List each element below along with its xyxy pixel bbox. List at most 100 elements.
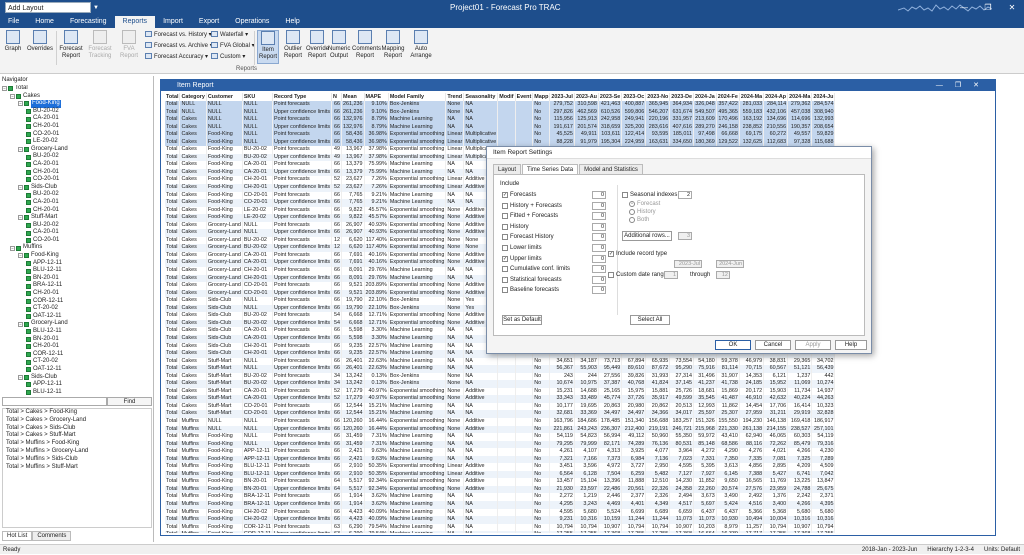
- column-header[interactable]: Customer: [206, 93, 243, 101]
- find-input[interactable]: [2, 397, 107, 406]
- tree-node[interactable]: CA-20-01: [2, 229, 152, 237]
- table-row[interactable]: Total Cakes Stuff-Mart CA-20-01 Upper confid…: [165, 395, 836, 403]
- tree-node[interactable]: − Food-King: [2, 100, 152, 108]
- custom-from-spinner[interactable]: 1: [664, 271, 678, 279]
- table-row[interactable]: Total Muffins NULL NULL Point forecasts 66 120…: [165, 417, 836, 426]
- tree-node[interactable]: − Total: [2, 85, 152, 93]
- include-spinner[interactable]: 0: [592, 286, 606, 295]
- include-checkbox[interactable]: Lower limits: [502, 244, 542, 252]
- tree-node[interactable]: CO-20-01: [2, 176, 152, 184]
- include-checkbox[interactable]: ✓ Upper limits: [502, 255, 542, 263]
- tree-node[interactable]: OAT-12-11: [2, 366, 152, 374]
- tree-node[interactable]: APP-12-11: [2, 260, 152, 268]
- radio-both[interactable]: Both: [629, 216, 649, 224]
- table-row[interactable]: Total Muffins Food-King NULL Upper confidenc…: [165, 440, 836, 449]
- include-spinner[interactable]: 0: [592, 222, 606, 231]
- table-row[interactable]: Total Muffins Food-King BN-20-01 Upper confi…: [165, 485, 836, 494]
- tree-node[interactable]: LE-20-02: [2, 138, 152, 146]
- table-row[interactable]: Total NULL NULL NULL Upper confidence limits…: [165, 108, 836, 117]
- hot-list-item[interactable]: Total > Cakes > Food-King: [3, 409, 151, 417]
- override-report-button[interactable]: Override Report: [306, 30, 329, 60]
- column-header[interactable]: 2023-Jul: [549, 93, 575, 101]
- table-row[interactable]: Total Muffins Food-King APP-12-11 Upper conf…: [165, 455, 836, 464]
- seasonal-indexes-checkbox[interactable]: Seasonal indexes: [622, 191, 677, 199]
- table-row[interactable]: Total Muffins Food-King APP-12-11 Point fore…: [165, 448, 836, 456]
- apply-button[interactable]: Apply: [795, 340, 831, 350]
- tree-node[interactable]: − Sids-Club: [2, 374, 152, 382]
- include-spinner[interactable]: 0: [592, 265, 606, 274]
- expand-icon[interactable]: −: [18, 101, 23, 107]
- include-record-type-checkbox[interactable]: ✓ Include record type: [608, 250, 667, 258]
- column-header[interactable]: Model Family: [388, 93, 447, 101]
- include-spinner[interactable]: 0: [592, 191, 606, 199]
- tree-node[interactable]: BU-20-02: [2, 191, 152, 199]
- include-checkbox[interactable]: Baseline forecasts: [502, 286, 559, 294]
- expand-icon[interactable]: −: [18, 215, 23, 221]
- column-header[interactable]: 2024-Fe: [716, 93, 740, 101]
- tree-node[interactable]: BLU-12-11: [2, 267, 152, 275]
- chevron-down-icon[interactable]: ▼: [93, 5, 99, 11]
- hot-list-item[interactable]: Total > Muffins > Food-King: [3, 440, 151, 448]
- tree-node[interactable]: BU-20-02: [2, 108, 152, 116]
- cancel-button[interactable]: Cancel: [755, 340, 791, 350]
- tree-node[interactable]: − Grocery-Land: [2, 320, 152, 328]
- expand-icon[interactable]: −: [10, 245, 15, 251]
- tree-node[interactable]: BRA-12-11: [2, 282, 152, 290]
- table-row[interactable]: Total Cakes Stuff-Mart CO-20-01 Upper confid…: [165, 410, 836, 418]
- tree-node[interactable]: − Cakes: [2, 93, 152, 101]
- hot-list-item[interactable]: Total > Muffins > Grocery-Land: [3, 448, 151, 456]
- table-row[interactable]: Total Cakes Stuff-Mart CO-20-01 Point foreca…: [165, 402, 836, 411]
- radio-forecast[interactable]: • Forecast: [629, 200, 660, 208]
- find-button[interactable]: Find: [107, 397, 152, 406]
- tree-node[interactable]: CA-20-01: [2, 115, 152, 123]
- forecast-accuracy-button[interactable]: Forecast Accuracy ▾: [145, 53, 208, 61]
- tab-hot-list[interactable]: Hot List: [2, 531, 33, 541]
- menu-forecasting[interactable]: Forecasting: [62, 16, 115, 28]
- column-header[interactable]: Total: [165, 93, 181, 101]
- column-header[interactable]: N: [331, 93, 343, 101]
- seasonal-spinner[interactable]: 2: [678, 191, 692, 199]
- table-row[interactable]: Total Muffins Food-King NULL Point forecasts…: [165, 433, 836, 441]
- expand-icon[interactable]: −: [18, 374, 23, 380]
- tree-node[interactable]: BN-20-01: [2, 275, 152, 283]
- table-row[interactable]: Total Muffins Food-King BRA-12-11 Upper conf…: [165, 500, 836, 509]
- maximize-icon[interactable]: ❐: [976, 0, 1000, 15]
- help-button[interactable]: Help: [835, 340, 867, 350]
- column-header[interactable]: 2023-No: [645, 93, 671, 101]
- column-header[interactable]: SKU: [242, 93, 274, 101]
- tab-comments[interactable]: Comments: [32, 531, 72, 541]
- expand-icon[interactable]: −: [10, 93, 15, 99]
- table-row[interactable]: Total Muffins Food-King CH-20-02 Upper confi…: [165, 516, 836, 524]
- tree-node[interactable]: − Muffins: [2, 244, 152, 252]
- column-header[interactable]: 2023-Se: [598, 93, 623, 101]
- table-row[interactable]: Total Cakes NULL NULL Upper confidence limit…: [165, 123, 836, 132]
- custom-to-spinner[interactable]: 12: [716, 271, 730, 279]
- additional-rows-button[interactable]: Additional rows...: [622, 231, 672, 241]
- column-header[interactable]: Seasonality: [463, 93, 499, 101]
- column-header[interactable]: Modif: [497, 93, 516, 101]
- hot-list-item[interactable]: Total > Cakes > Sids-Club: [3, 425, 151, 433]
- graph-button[interactable]: Graph: [4, 30, 22, 53]
- fva-global-button[interactable]: FVA Global ▾: [211, 42, 255, 50]
- column-header[interactable]: MAPE: [364, 93, 389, 101]
- fva-report-button[interactable]: FVA Report: [117, 30, 141, 60]
- menu-help[interactable]: Help: [277, 16, 307, 28]
- forecast-report-button[interactable]: Forecast Report: [59, 30, 83, 60]
- tree-node[interactable]: CH-20-01: [2, 343, 152, 351]
- tree-node[interactable]: COR-12-11: [2, 298, 152, 306]
- column-header[interactable]: Record Type: [272, 93, 333, 101]
- mapping-report-button[interactable]: Mapping Report: [380, 30, 406, 60]
- tree-node[interactable]: BN-20-01: [2, 336, 152, 344]
- tree-node[interactable]: − Grocery-Land: [2, 146, 152, 154]
- tree-node[interactable]: BLU-12-11: [2, 389, 152, 397]
- expand-icon[interactable]: −: [2, 86, 7, 92]
- include-spinner[interactable]: 0: [592, 201, 606, 210]
- menu-import[interactable]: Import: [155, 16, 191, 28]
- forecast-tracking-button[interactable]: Forecast Tracking: [86, 30, 114, 60]
- column-header[interactable]: Mean: [341, 93, 365, 101]
- column-header[interactable]: 2024-Ma: [787, 93, 813, 101]
- include-checkbox[interactable]: Forecast History: [502, 233, 554, 241]
- tree-node[interactable]: OAT-12-11: [2, 313, 152, 321]
- expand-icon[interactable]: −: [18, 147, 23, 153]
- table-row[interactable]: Total Cakes NULL NULL Point forecasts 66 132,9…: [165, 116, 836, 124]
